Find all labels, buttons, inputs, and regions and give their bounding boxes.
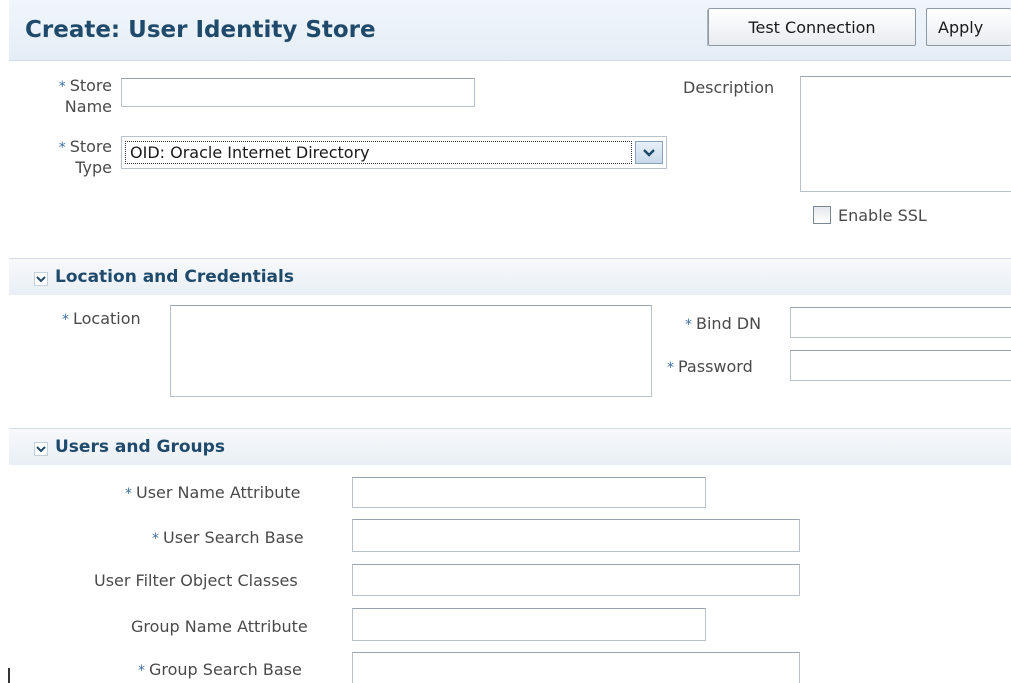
store-type-select[interactable]: OID: Oracle Internet Directory xyxy=(121,136,667,169)
group-name-attribute-label: Group Name Attribute xyxy=(131,617,308,636)
description-label: Description xyxy=(683,78,775,97)
user-search-base-label: * User Search Base xyxy=(152,528,304,547)
chevron-down-icon[interactable] xyxy=(635,141,663,164)
location-textarea[interactable] xyxy=(170,305,652,397)
user-name-attribute-label: * User Name Attribute xyxy=(125,483,301,502)
apply-button[interactable]: Apply xyxy=(926,8,1011,46)
store-name-label: * Store Name xyxy=(58,76,112,116)
users-groups-section-title: Users and Groups xyxy=(55,437,225,457)
user-filter-object-classes-label: User Filter Object Classes xyxy=(94,571,298,590)
store-type-selected-value: OID: Oracle Internet Directory xyxy=(125,141,632,164)
location-label: * Location xyxy=(62,309,141,328)
user-filter-object-classes-input[interactable] xyxy=(352,564,800,596)
enable-ssl-label: Enable SSL xyxy=(838,206,927,225)
enable-ssl-checkbox[interactable] xyxy=(813,206,831,224)
password-label: * Password xyxy=(667,357,753,376)
store-name-input[interactable] xyxy=(121,78,475,107)
location-credentials-section-header[interactable]: Location and Credentials xyxy=(9,258,1011,295)
create-identity-store-page: Create: User Identity Store Test Connect… xyxy=(0,0,1011,683)
description-textarea[interactable] xyxy=(800,76,1011,192)
bind-dn-input[interactable] xyxy=(790,307,1011,338)
chevron-down-icon[interactable] xyxy=(32,270,50,288)
user-search-base-input[interactable] xyxy=(352,519,800,552)
location-credentials-section-title: Location and Credentials xyxy=(55,267,294,287)
group-search-base-input[interactable] xyxy=(352,652,800,683)
users-groups-section-header[interactable]: Users and Groups xyxy=(9,428,1011,465)
group-search-base-label: * Group Search Base xyxy=(138,660,302,679)
bind-dn-label: * Bind DN xyxy=(685,314,762,333)
group-name-attribute-input[interactable] xyxy=(352,608,706,641)
page-title: Create: User Identity Store xyxy=(25,17,376,43)
chevron-down-icon[interactable] xyxy=(32,440,50,458)
user-name-attribute-input[interactable] xyxy=(352,477,706,508)
required-marker: * xyxy=(58,140,66,156)
password-input[interactable] xyxy=(790,350,1011,381)
text-cursor xyxy=(8,668,10,683)
test-connection-button[interactable]: Test Connection xyxy=(708,8,916,46)
required-marker: * xyxy=(58,79,66,95)
store-type-label: * Store Type xyxy=(58,137,112,177)
